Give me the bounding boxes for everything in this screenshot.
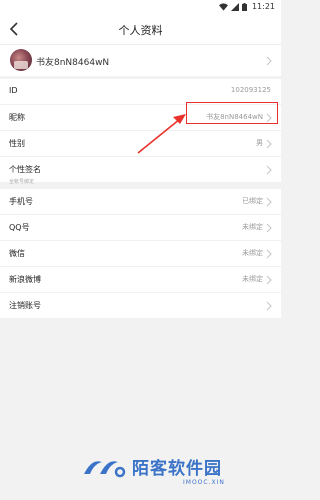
chevron-right-icon: [266, 139, 272, 149]
binding-status: 已绑定: [242, 197, 263, 205]
row-label: 手机号: [9, 197, 33, 206]
binding-status: 未绑定: [242, 223, 263, 231]
gender-value: 男: [256, 139, 263, 147]
account-info-list: ID 102093125 昵称 书友8nN8464wN 性别 男 个性签名: [0, 79, 281, 182]
row-label: 新浪微博: [9, 275, 41, 284]
status-time: 11:21: [251, 2, 275, 11]
user-id-value: 102093125: [230, 86, 271, 94]
row-label: 性别: [9, 139, 25, 148]
annotation-highlight-box: [186, 102, 278, 124]
chevron-right-icon: [266, 275, 272, 285]
row-label: 昵称: [9, 113, 25, 122]
row-label: ID: [9, 86, 18, 95]
wifi-icon: [218, 2, 228, 11]
profile-username: 书友8nN8464wN: [36, 58, 110, 68]
signal-icon: [230, 2, 239, 11]
profile-row[interactable]: 书友8nN8464wN: [0, 44, 281, 76]
chevron-right-icon: [266, 56, 272, 66]
watermark-title: 陌客软件园: [132, 459, 222, 479]
row-label: 注销账号: [9, 301, 41, 310]
row-weibo[interactable]: 新浪微博 未绑定: [0, 267, 281, 292]
row-deregister[interactable]: 注销账号: [0, 293, 281, 318]
status-icons: 11:21: [218, 2, 275, 11]
watermark-logo-icon: [84, 461, 126, 478]
page-title: 个人资料: [118, 24, 163, 37]
row-label: QQ号: [9, 223, 30, 232]
row-wechat[interactable]: 微信 未绑定: [0, 241, 281, 267]
chevron-right-icon: [266, 249, 272, 259]
row-label: 微信: [9, 249, 25, 258]
status-bar: 11:21: [0, 0, 281, 14]
avatar[interactable]: [10, 49, 32, 71]
bindings-list: 手机号 已绑定 QQ号 未绑定 微信 未绑定 新浪微博 未绑定: [0, 189, 281, 292]
binding-status: 未绑定: [242, 275, 263, 283]
chevron-right-icon: [266, 301, 272, 311]
watermark-subtitle: IMOOC.XIN: [183, 479, 225, 486]
row-gender[interactable]: 性别 男: [0, 131, 281, 157]
nav-bar: 个人资料: [0, 14, 281, 44]
row-label: 个性签名: [9, 165, 41, 174]
chevron-right-icon: [266, 223, 272, 233]
section-caption: 全帐号绑定: [9, 179, 35, 185]
battery-icon: [241, 2, 247, 11]
chevron-right-icon: [266, 197, 272, 207]
chevron-right-icon: [266, 165, 272, 175]
row-phone[interactable]: 手机号 已绑定: [0, 189, 281, 215]
deregister-group: 注销账号: [0, 293, 281, 318]
binding-status: 未绑定: [242, 249, 263, 257]
watermark: 陌客软件园 IMOOC.XIN: [80, 448, 260, 493]
row-signature[interactable]: 个性签名: [0, 157, 281, 182]
row-qq[interactable]: QQ号 未绑定: [0, 215, 281, 241]
